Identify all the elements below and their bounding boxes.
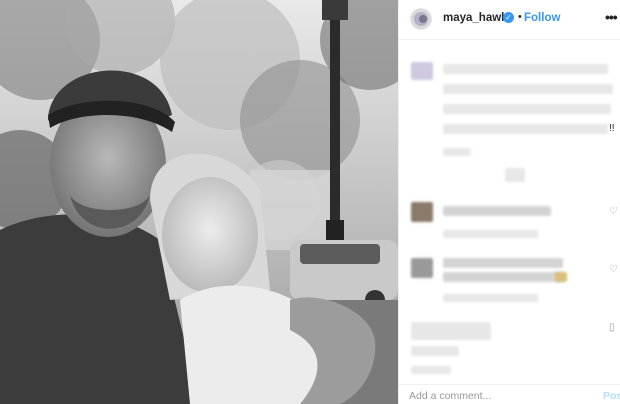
more-options-icon[interactable]: ••• [605,9,618,25]
add-comment-bar: Add a comment... Pos [399,384,620,404]
post-comment-button[interactable]: Pos [603,390,620,402]
comment-meta-blurred [443,230,538,238]
comment-text-blurred [443,258,563,268]
caption-end-text: !! [609,123,615,134]
caption-timestamp-blurred [443,148,471,156]
caption-text-blurred [443,124,608,134]
likes-count-blurred [411,346,459,356]
follow-button[interactable]: Follow [524,12,560,24]
caption-text-blurred [443,64,608,74]
caption-text-blurred [443,104,611,114]
comment-avatar[interactable] [411,202,433,222]
comment-like-icon[interactable]: ♡ [609,206,618,217]
caption-avatar[interactable] [411,62,433,80]
verified-badge-icon: ✓ [503,12,514,23]
load-more-blurred[interactable] [505,168,525,182]
action-icons-blurred[interactable] [411,322,491,340]
avatar[interactable] [410,8,432,30]
comment-input[interactable]: Add a comment... [409,390,491,402]
post-sidebar: maya_hawke ✓ • Follow ••• !! ♡ ♡ ▯ Add a… [398,0,620,404]
post-header: maya_hawke ✓ • Follow ••• [399,0,620,40]
post-photo[interactable] [0,0,398,404]
comment-text-blurred [443,206,551,216]
post-dialog: maya_hawke ✓ • Follow ••• !! ♡ ♡ ▯ Add a… [0,0,620,404]
save-icon[interactable]: ▯ [609,322,615,333]
separator-dot: • [518,11,522,23]
caption-text-blurred [443,84,613,94]
comment-avatar[interactable] [411,258,433,278]
post-date-blurred [411,366,451,374]
comment-emoji-blurred [555,272,567,282]
comment-meta-blurred [443,294,538,302]
comment-like-icon[interactable]: ♡ [609,264,618,275]
comment-text-blurred [443,272,563,282]
photo-image [0,0,398,404]
